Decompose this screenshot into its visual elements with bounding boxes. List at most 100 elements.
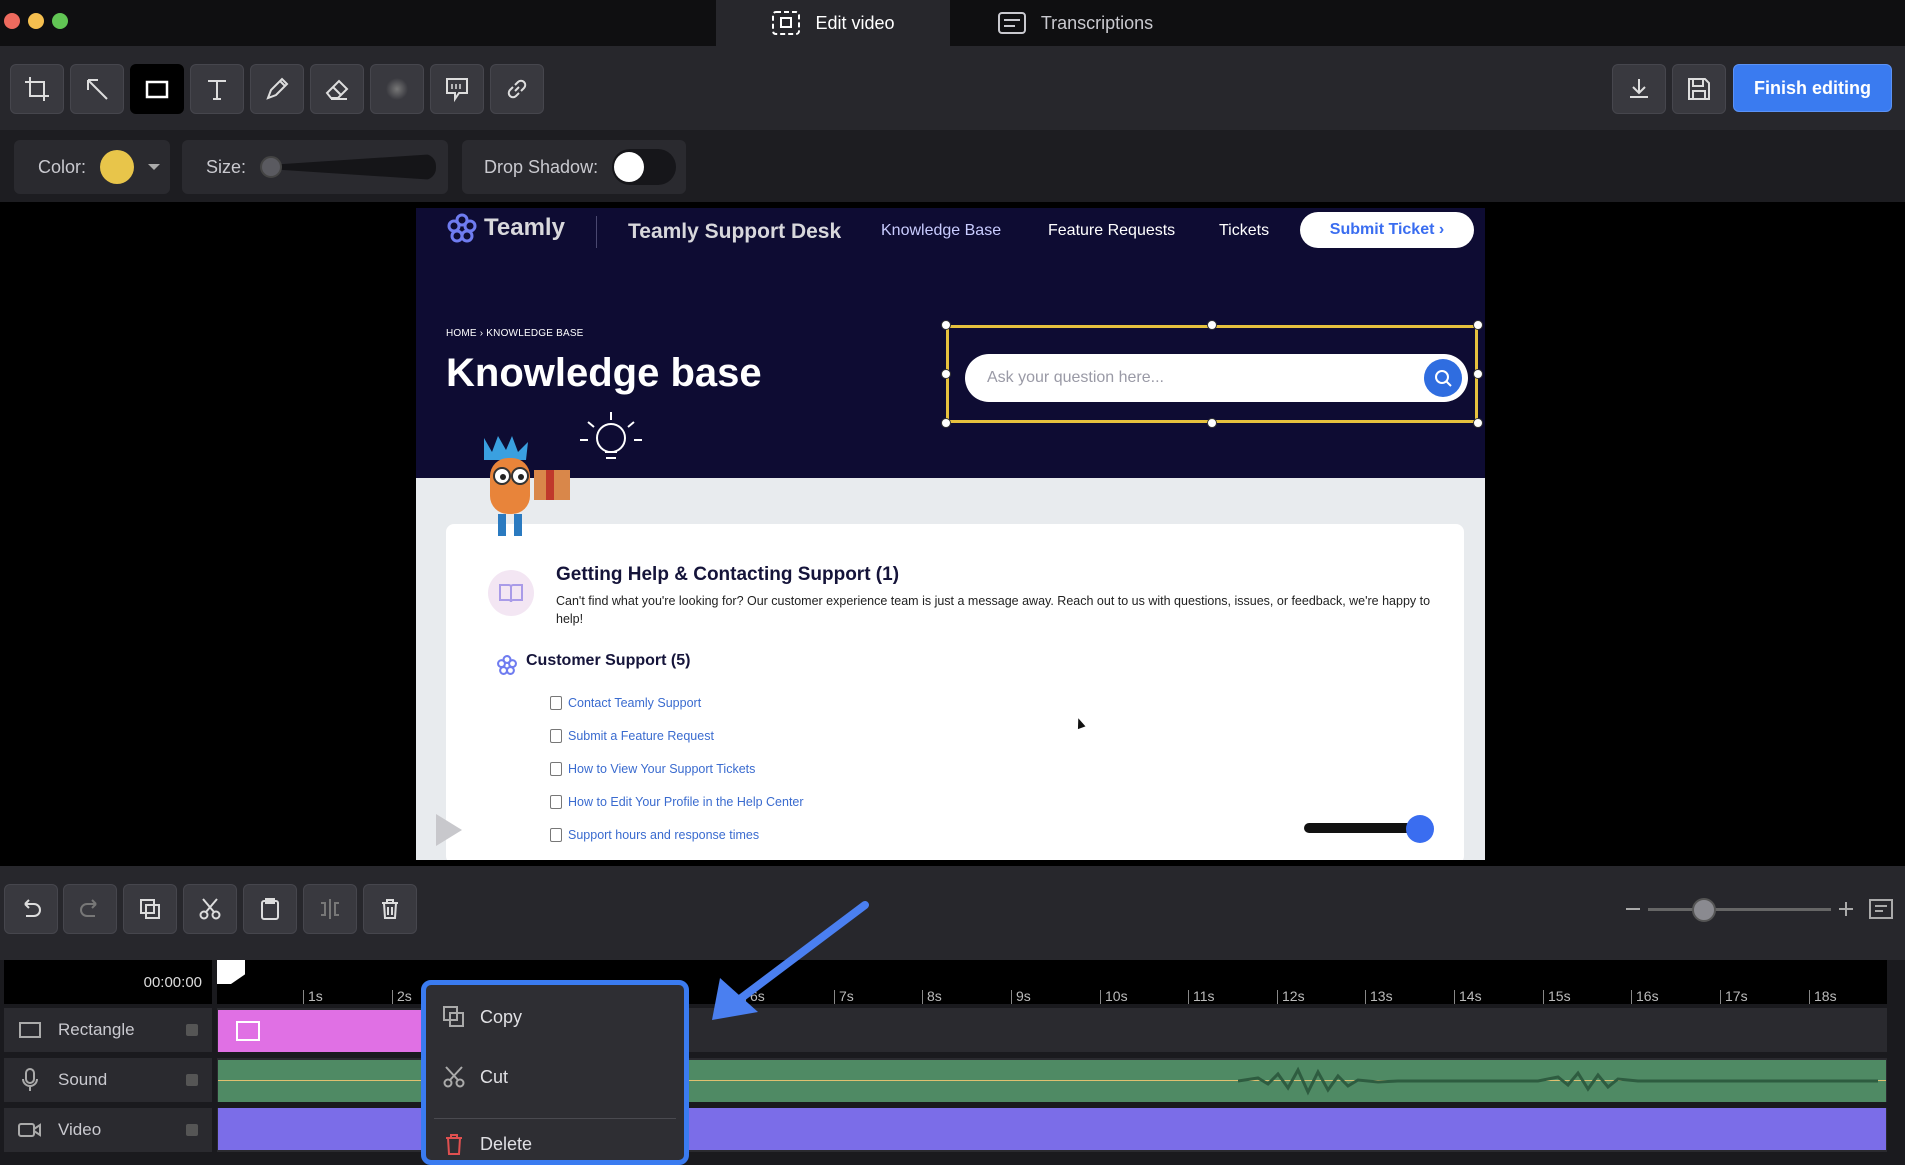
undo-icon	[24, 899, 41, 917]
video-canvas[interactable]: Teamly Teamly Support Desk Knowledge Bas…	[416, 208, 1485, 860]
trash-icon	[382, 899, 398, 919]
category-card: Getting Help & Contacting Support (1) Ca…	[446, 524, 1464, 860]
pencil-icon	[266, 77, 289, 100]
resize-handle-bottom-right[interactable]	[1473, 418, 1483, 428]
color-picker[interactable]: Color:	[14, 140, 170, 194]
finish-editing-button[interactable]: Finish editing	[1733, 64, 1892, 112]
article-title: Contact Teamly Support	[568, 696, 702, 710]
menu-item-cut[interactable]: Cut	[442, 1065, 508, 1089]
cut-button[interactable]	[183, 884, 237, 934]
download-icon	[1630, 79, 1648, 98]
menu-item-copy[interactable]: Copy	[442, 1005, 522, 1029]
size-slider-handle[interactable]	[260, 156, 283, 178]
teamly-flower-icon	[447, 213, 477, 243]
crop-icon	[25, 77, 49, 101]
redo-button[interactable]	[63, 884, 117, 934]
callout-tool-button[interactable]	[430, 64, 484, 114]
resize-handle-top[interactable]	[1207, 320, 1217, 330]
annotation-arrow-icon	[712, 901, 869, 1020]
tab-edit-video[interactable]: Edit video	[716, 0, 950, 46]
save-icon	[1688, 78, 1710, 100]
nav-divider	[596, 216, 597, 248]
article-title: Support hours and response times	[568, 828, 760, 842]
edit-video-icon	[772, 11, 801, 35]
chevron-down-icon[interactable]	[148, 164, 161, 170]
duplicate-button[interactable]	[123, 884, 177, 934]
tab-label: Transcriptions	[1040, 12, 1154, 33]
minimize-window-button[interactable]	[28, 13, 44, 29]
blur-tool-button[interactable]	[370, 64, 424, 114]
ruler-tick: 13s	[1365, 989, 1393, 1004]
close-window-button[interactable]	[4, 13, 20, 29]
resize-handle-bottom[interactable]	[1207, 418, 1217, 428]
drawing-toolbar: Finish editing	[0, 46, 1905, 130]
lock-icon[interactable]	[186, 1124, 198, 1136]
color-label: Color:	[38, 156, 87, 177]
maximize-window-button[interactable]	[52, 13, 68, 29]
save-button[interactable]	[1672, 64, 1726, 114]
play-icon[interactable]	[436, 814, 462, 846]
menu-item-delete[interactable]: Delete	[442, 1132, 532, 1156]
rectangle-clip[interactable]	[218, 1010, 428, 1052]
document-icon	[550, 828, 562, 842]
fit-timeline-icon[interactable]	[1868, 896, 1894, 922]
video-editor-window: Edit video Transcriptions Finish editing…	[0, 0, 1905, 1165]
split-button[interactable]	[303, 884, 357, 934]
article-title: Submit a Feature Request	[568, 729, 714, 743]
resize-handle-top-right[interactable]	[1473, 320, 1483, 330]
document-icon	[550, 729, 562, 743]
tab-transcriptions[interactable]: Transcriptions	[950, 0, 1200, 46]
zoom-out-icon[interactable]	[1624, 900, 1642, 918]
copy-icon	[443, 1006, 464, 1027]
size-slider[interactable]	[260, 152, 437, 182]
zoom-in-icon[interactable]	[1837, 900, 1855, 918]
blur-icon	[386, 78, 408, 100]
paste-button[interactable]	[243, 884, 297, 934]
volume-slider-handle[interactable]	[1406, 815, 1434, 843]
drop-shadow-toggle[interactable]	[612, 149, 677, 185]
color-swatch[interactable]	[100, 150, 135, 184]
menu-separator	[434, 1118, 676, 1119]
arrow-tool-button[interactable]	[70, 64, 124, 114]
rectangle-clip-icon	[236, 1021, 260, 1041]
document-icon	[550, 795, 562, 809]
lock-icon[interactable]	[186, 1074, 198, 1086]
resize-handle-left[interactable]	[941, 369, 951, 379]
rectangle-annotation[interactable]	[946, 325, 1478, 423]
customer-support-icon	[497, 655, 517, 675]
resize-handle-top-left[interactable]	[941, 320, 951, 330]
timeline: 00:00:00 1s 2s 6s 7s 8s 9s 10s 11s 12s 1…	[0, 960, 1905, 1165]
duplicate-icon	[140, 899, 160, 919]
transcriptions-icon	[997, 12, 1026, 34]
article-link: Submit a Feature Request	[550, 729, 714, 743]
resize-handle-right[interactable]	[1473, 369, 1483, 379]
document-icon	[550, 762, 562, 776]
volume-slider-track[interactable]	[1304, 823, 1414, 833]
title-bar: Edit video Transcriptions	[0, 0, 1905, 46]
article-title: How to Edit Your Profile in the Help Cen…	[568, 795, 804, 809]
submit-ticket-button: Submit Ticket ›	[1300, 212, 1474, 248]
menu-item-label: Delete	[480, 1133, 533, 1154]
breadcrumb: HOME › KNOWLEDGE BASE	[446, 328, 584, 339]
nav-link-tickets: Tickets	[1219, 222, 1270, 239]
delete-button[interactable]	[363, 884, 417, 934]
undo-button[interactable]	[4, 884, 58, 934]
timeline-zoom-slider[interactable]	[1648, 908, 1831, 911]
crop-tool-button[interactable]	[10, 64, 64, 114]
menu-item-label: Cut	[480, 1066, 509, 1087]
text-tool-button[interactable]	[190, 64, 244, 114]
nav-link-feature-requests: Feature Requests	[1048, 222, 1176, 239]
article-link: How to View Your Support Tickets	[550, 762, 755, 776]
audio-waveform	[1238, 1066, 1878, 1096]
resize-handle-bottom-left[interactable]	[941, 418, 951, 428]
nav-link-knowledge-base: Knowledge Base	[881, 222, 1002, 239]
timeline-zoom-handle[interactable]	[1692, 898, 1716, 922]
lock-icon[interactable]	[186, 1024, 198, 1036]
pencil-tool-button[interactable]	[250, 64, 304, 114]
download-button[interactable]	[1612, 64, 1666, 114]
link-tool-button[interactable]	[490, 64, 544, 114]
rectangle-tool-button[interactable]	[130, 64, 184, 114]
eraser-tool-button[interactable]	[310, 64, 364, 114]
rectangle-icon	[145, 80, 169, 99]
ruler-tick: 11s	[1188, 989, 1215, 1004]
